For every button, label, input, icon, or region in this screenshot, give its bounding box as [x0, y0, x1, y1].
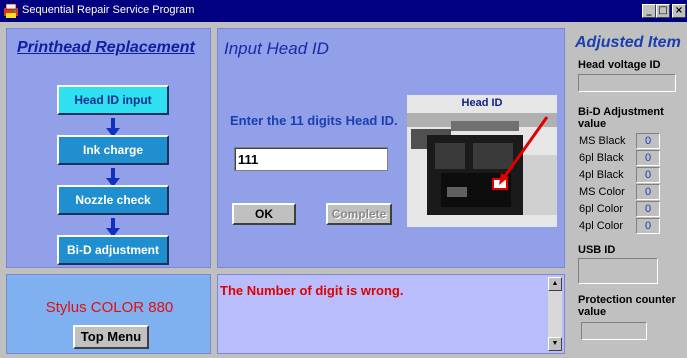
window-title: Sequential Repair Service Program — [22, 4, 195, 16]
bid-row-label: 4pl Color — [579, 220, 624, 232]
bid-row-label: 4pl Black — [579, 169, 624, 181]
bid-label-line2: value — [578, 118, 607, 130]
head-voltage-field — [578, 74, 676, 92]
bid-row-value: 0 — [636, 218, 660, 234]
usb-id-label: USB ID — [578, 244, 616, 256]
procedure-panel: Printhead Replacement Head ID input Ink … — [6, 28, 211, 268]
bid-label-line1: Bi-D Adjustment — [578, 106, 664, 118]
bid-row-label: 6pl Black — [579, 152, 624, 164]
minimize-button[interactable]: _ — [642, 4, 656, 18]
adjusted-item-panel: Adjusted Item Head voltage ID Bi-D Adjus… — [571, 28, 683, 354]
printer-model-name: Stylus COLOR 880 — [45, 299, 174, 316]
photo-label: Head ID — [461, 97, 503, 109]
bid-row-value: 0 — [636, 133, 660, 149]
step-ink-charge[interactable]: Ink charge — [57, 135, 169, 165]
head-id-input[interactable] — [234, 147, 388, 171]
error-message: The Number of digit is wrong. — [220, 283, 404, 298]
procedure-title: Printhead Replacement — [17, 39, 195, 56]
complete-button[interactable]: Complete — [326, 203, 392, 225]
app-icon[interactable] — [3, 3, 19, 19]
bid-row-value: 0 — [636, 201, 660, 217]
head-id-prompt: Enter the 11 digits Head ID. — [230, 113, 398, 128]
step-head-id-input[interactable]: Head ID input — [57, 85, 169, 115]
message-scrollbar[interactable]: ▲ ▼ — [548, 277, 562, 351]
scroll-up-icon[interactable]: ▲ — [548, 277, 562, 291]
close-button[interactable]: × — [672, 4, 686, 18]
bid-row-label: 6pl Color — [579, 203, 624, 215]
bid-row-value: 0 — [636, 184, 660, 200]
bid-row-label: MS Color — [579, 186, 625, 198]
bid-adjustment-label: Bi-D Adjustment value — [578, 106, 664, 130]
bid-row-value: 0 — [636, 167, 660, 183]
top-menu-button[interactable]: Top Menu — [73, 325, 149, 349]
page-title: Input Head ID — [224, 39, 329, 58]
title-bar: Sequential Repair Service Program _ □ × — [0, 0, 687, 22]
head-id-panel: Input Head ID Enter the 11 digits Head I… — [217, 28, 565, 268]
usb-id-field — [578, 258, 658, 284]
scroll-down-icon[interactable]: ▼ — [548, 337, 562, 351]
ok-button[interactable]: OK — [232, 203, 296, 225]
protection-counter-label: Protection counter value — [578, 294, 676, 318]
protection-counter-field — [581, 322, 647, 340]
step-bi-d-adjustment[interactable]: Bi-D adjustment — [57, 235, 169, 265]
bid-row-value: 0 — [636, 150, 660, 166]
bid-row-label: MS Black — [579, 135, 626, 147]
protection-label-line2: value — [578, 306, 607, 318]
step-nozzle-check[interactable]: Nozzle check — [57, 185, 169, 215]
printhead-photo: Head ID — [407, 95, 557, 227]
model-panel: Stylus COLOR 880 Top Menu — [6, 274, 211, 354]
printhead-image — [407, 95, 557, 227]
maximize-button[interactable]: □ — [656, 4, 670, 18]
head-voltage-label: Head voltage ID — [578, 59, 661, 71]
adjusted-item-title: Adjusted Item — [575, 34, 681, 51]
message-area: The Number of digit is wrong. ▲ ▼ — [217, 274, 565, 354]
protection-label-line1: Protection counter — [578, 294, 676, 306]
